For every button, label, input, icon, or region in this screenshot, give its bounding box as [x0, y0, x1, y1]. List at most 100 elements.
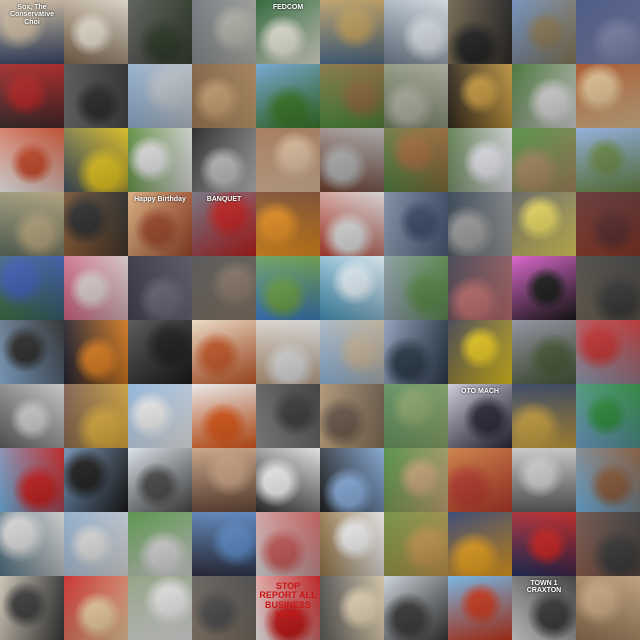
photo-tile — [64, 0, 128, 64]
photo-tile — [64, 320, 128, 384]
photo-tile — [256, 256, 320, 320]
photo-shade — [576, 320, 640, 384]
photo-shade — [320, 256, 384, 320]
photo-shade — [192, 576, 256, 640]
photo-tile — [0, 384, 64, 448]
photo-shade — [64, 384, 128, 448]
photo-shade — [256, 448, 320, 512]
photo-tile — [576, 448, 640, 512]
photo-shade — [448, 512, 512, 576]
photo-shade — [320, 64, 384, 128]
photo-tile — [512, 320, 576, 384]
photo-shade — [320, 192, 384, 256]
photo-shade — [64, 448, 128, 512]
photo-tile — [128, 256, 192, 320]
photo-shade — [192, 512, 256, 576]
photo-shade — [448, 64, 512, 128]
photo-tile — [256, 128, 320, 192]
photo-shade — [192, 448, 256, 512]
photo-shade — [64, 128, 128, 192]
photo-tile — [512, 0, 576, 64]
photo-tile — [192, 512, 256, 576]
photo-shade — [64, 576, 128, 640]
photo-shade — [384, 320, 448, 384]
photo-shade — [576, 0, 640, 64]
photo-shade — [384, 64, 448, 128]
photo-tile — [128, 128, 192, 192]
photo-mosaic: Sox, The Conservative Choi FEDCOM Happy Bi… — [0, 0, 640, 640]
photo-shade — [128, 576, 192, 640]
photo-tile: FEDCOM — [256, 0, 320, 64]
photo-tile — [512, 512, 576, 576]
photo-shade — [384, 128, 448, 192]
photo-tile: TOWN 1 CRAXTON — [512, 576, 576, 640]
photo-shade — [128, 448, 192, 512]
photo-tile — [576, 192, 640, 256]
photo-shade — [256, 64, 320, 128]
photo-shade — [448, 192, 512, 256]
photo-tile: STOP REPORT ALL BUSINESS HERE — [256, 576, 320, 640]
photo-tile — [128, 384, 192, 448]
photo-tile — [384, 512, 448, 576]
photo-tile — [448, 64, 512, 128]
photo-tile — [320, 128, 384, 192]
photo-shade — [256, 384, 320, 448]
photo-tile — [64, 512, 128, 576]
photo-shade — [576, 128, 640, 192]
photo-tile — [256, 384, 320, 448]
photo-tile — [576, 576, 640, 640]
photo-tile — [192, 128, 256, 192]
photo-shade — [576, 64, 640, 128]
photo-tile — [320, 0, 384, 64]
photo-shade — [64, 512, 128, 576]
photo-tile — [512, 192, 576, 256]
photo-tile — [448, 128, 512, 192]
photo-tile — [0, 256, 64, 320]
photo-shade — [128, 128, 192, 192]
photo-shade — [320, 320, 384, 384]
photo-tile — [384, 128, 448, 192]
photo-tile — [192, 576, 256, 640]
photo-shade — [192, 256, 256, 320]
photo-shade — [320, 448, 384, 512]
photo-tile — [128, 320, 192, 384]
photo-shade — [448, 448, 512, 512]
photo-shade — [0, 256, 64, 320]
photo-shade — [448, 256, 512, 320]
photo-shade — [128, 384, 192, 448]
photo-tile — [512, 448, 576, 512]
photo-tile — [256, 512, 320, 576]
photo-shade — [64, 320, 128, 384]
photo-tile — [448, 256, 512, 320]
photo-tile — [320, 64, 384, 128]
photo-shade — [128, 64, 192, 128]
photo-tile — [192, 320, 256, 384]
photo-caption: Happy Birthday — [134, 196, 186, 203]
photo-tile — [128, 64, 192, 128]
photo-shade — [384, 576, 448, 640]
photo-shade — [512, 256, 576, 320]
photo-tile — [0, 448, 64, 512]
photo-shade — [256, 128, 320, 192]
photo-shade — [384, 192, 448, 256]
photo-caption: OTO MACH — [461, 388, 499, 395]
photo-shade — [512, 0, 576, 64]
photo-shade — [512, 128, 576, 192]
photo-shade — [576, 448, 640, 512]
photo-tile — [128, 448, 192, 512]
photo-tile — [64, 192, 128, 256]
photo-shade — [0, 512, 64, 576]
photo-tile — [0, 320, 64, 384]
photo-shade — [384, 512, 448, 576]
photo-tile — [512, 128, 576, 192]
photo-shade — [448, 0, 512, 64]
photo-shade — [0, 576, 64, 640]
photo-shade — [512, 448, 576, 512]
photo-tile — [0, 64, 64, 128]
photo-tile — [448, 448, 512, 512]
photo-caption: BANQUET — [206, 196, 242, 203]
photo-shade — [128, 512, 192, 576]
photo-tile — [0, 192, 64, 256]
photo-tile: OTO MACH — [448, 384, 512, 448]
photo-tile — [320, 384, 384, 448]
